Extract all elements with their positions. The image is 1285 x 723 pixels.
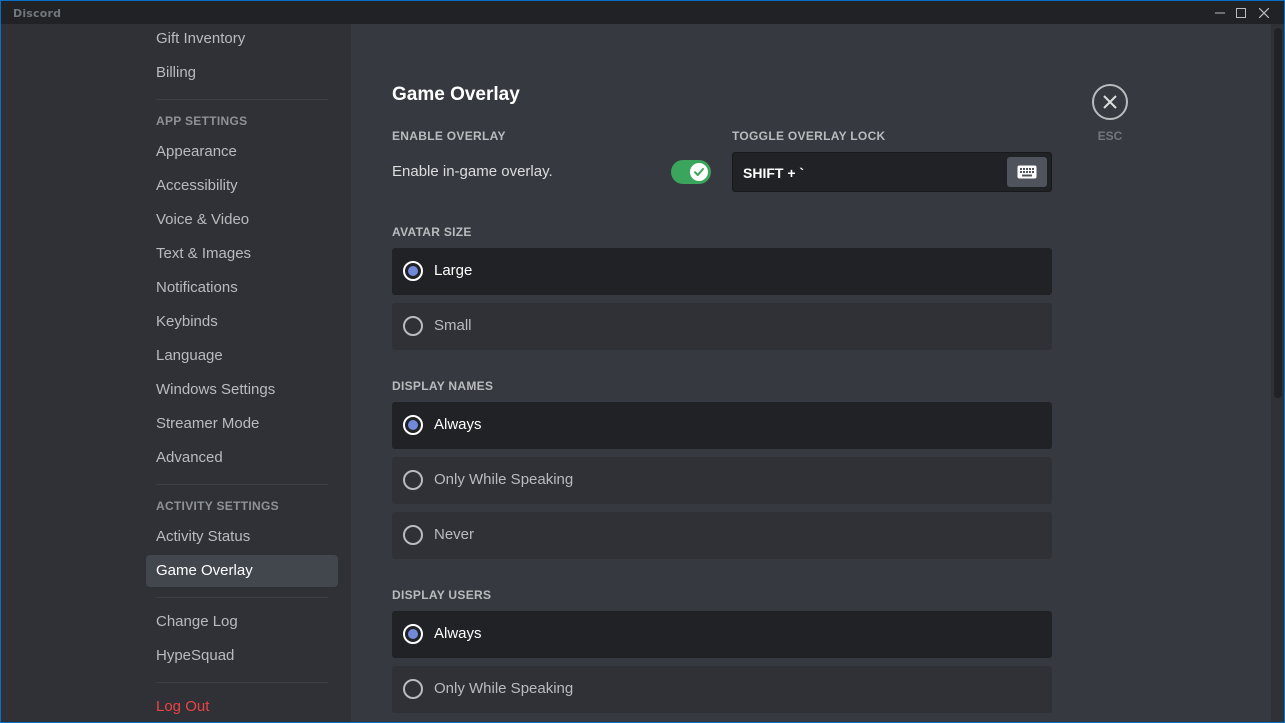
enable-overlay-label: Enable in-game overlay. xyxy=(392,163,553,180)
keyboard-icon xyxy=(1017,165,1037,179)
radio-label: Always xyxy=(434,625,482,642)
radio-button xyxy=(403,470,423,490)
sidebar-item-log-out[interactable]: Log Out xyxy=(146,691,338,722)
radio-label: Only While Speaking xyxy=(434,471,574,488)
sidebar-item-voice-video[interactable]: Voice & Video xyxy=(146,204,338,236)
sidebar-item-gift-inventory[interactable]: Gift Inventory xyxy=(146,23,338,55)
radio-label: Never xyxy=(434,526,475,543)
app-title: Discord xyxy=(13,7,62,20)
toggle-overlay-lock-header: TOGGLE OVERLAY LOCK xyxy=(732,129,886,143)
radio-label: Small xyxy=(434,317,472,334)
sidebar-item-accessibility[interactable]: Accessibility xyxy=(146,170,338,202)
sidebar-item-advanced[interactable]: Advanced xyxy=(146,442,338,474)
radio-display-users-speaking[interactable]: Only While Speaking xyxy=(392,666,1052,713)
radio-button xyxy=(403,679,423,699)
sidebar-item-billing[interactable]: Billing xyxy=(146,57,338,89)
radio-label: Always xyxy=(434,416,482,433)
display-names-header: DISPLAY NAMES xyxy=(392,379,494,393)
record-keybind-button[interactable] xyxy=(1007,157,1047,187)
sidebar-divider xyxy=(156,597,328,598)
sidebar-item-change-log[interactable]: Change Log xyxy=(146,606,338,638)
title-bar: Discord xyxy=(1,1,1284,24)
app-settings-header: APP SETTINGS xyxy=(156,114,248,128)
radio-button xyxy=(403,624,423,644)
window-close-button[interactable] xyxy=(1252,1,1276,24)
sidebar-item-game-overlay[interactable]: Game Overlay xyxy=(146,555,338,587)
radio-button xyxy=(403,415,423,435)
scrollbar-thumb[interactable] xyxy=(1274,28,1282,398)
sidebar-item-windows-settings[interactable]: Windows Settings xyxy=(146,374,338,406)
radio-button xyxy=(403,316,423,336)
sidebar-item-text-images[interactable]: Text & Images xyxy=(146,238,338,270)
checkmark-icon xyxy=(694,168,704,176)
radio-label: Large xyxy=(434,262,473,279)
settings-content: Game Overlay ENABLE OVERLAY Enable in-ga… xyxy=(351,24,1271,722)
sidebar-item-language[interactable]: Language xyxy=(146,340,338,372)
radio-display-names-speaking[interactable]: Only While Speaking xyxy=(392,457,1052,504)
minimize-icon xyxy=(1215,12,1225,13)
radio-display-users-always[interactable]: Always xyxy=(392,611,1052,658)
activity-settings-header: ACTIVITY SETTINGS xyxy=(156,499,279,513)
avatar-size-header: AVATAR SIZE xyxy=(392,225,472,239)
close-settings: ESC xyxy=(1091,84,1129,143)
discord-window: Discord Gift Inventory Billing APP SETTI… xyxy=(0,0,1285,723)
toggle-knob xyxy=(690,163,708,181)
enable-overlay-toggle[interactable] xyxy=(671,160,711,184)
maximize-button[interactable] xyxy=(1229,1,1253,24)
sidebar-item-notifications[interactable]: Notifications xyxy=(146,272,338,304)
radio-avatar-large[interactable]: Large xyxy=(392,248,1052,295)
keybind-value: SHIFT + ` xyxy=(743,165,805,181)
sidebar-item-keybinds[interactable]: Keybinds xyxy=(146,306,338,338)
radio-display-names-never[interactable]: Never xyxy=(392,512,1052,559)
enable-overlay-header: ENABLE OVERLAY xyxy=(392,129,506,143)
settings-sidebar: Gift Inventory Billing APP SETTINGS Appe… xyxy=(1,23,351,722)
sidebar-divider xyxy=(156,682,328,683)
sidebar-divider xyxy=(156,484,328,485)
radio-button xyxy=(403,261,423,281)
radio-display-names-always[interactable]: Always xyxy=(392,402,1052,449)
sidebar-item-hypesquad[interactable]: HypeSquad xyxy=(146,640,338,672)
sidebar-item-activity-status[interactable]: Activity Status xyxy=(146,521,338,553)
radio-button xyxy=(403,525,423,545)
display-users-header: DISPLAY USERS xyxy=(392,588,492,602)
overlay-lock-keybind-input[interactable]: SHIFT + ` xyxy=(732,152,1052,192)
page-title: Game Overlay xyxy=(392,84,520,105)
close-icon xyxy=(1259,7,1269,18)
content-scrollbar[interactable] xyxy=(1271,24,1284,722)
sidebar-divider xyxy=(156,99,328,100)
radio-label: Only While Speaking xyxy=(434,680,574,697)
sidebar-item-streamer-mode[interactable]: Streamer Mode xyxy=(146,408,338,440)
maximize-icon xyxy=(1236,7,1246,18)
close-settings-button[interactable] xyxy=(1092,84,1128,120)
esc-hint: ESC xyxy=(1097,129,1123,143)
close-icon xyxy=(1103,95,1117,109)
radio-avatar-small[interactable]: Small xyxy=(392,303,1052,350)
sidebar-item-appearance[interactable]: Appearance xyxy=(146,136,338,168)
